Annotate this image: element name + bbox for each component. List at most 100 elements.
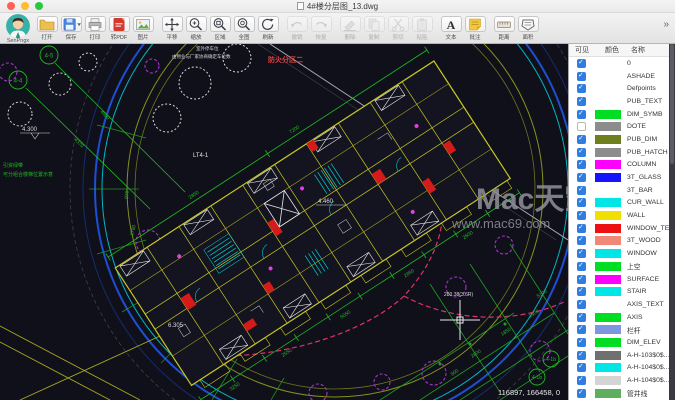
measure-area-button[interactable]: 面积 — [516, 13, 540, 41]
layer-color-swatch[interactable] — [595, 350, 621, 360]
layer-visibility-checkbox[interactable] — [577, 83, 586, 94]
pdf-export-button[interactable]: 转PDF — [107, 13, 131, 41]
layer-color-swatch[interactable] — [595, 198, 621, 208]
layer-color-swatch[interactable] — [595, 274, 621, 284]
layer-visibility-checkbox[interactable] — [577, 134, 586, 144]
layer-row: 上空 — [569, 260, 675, 273]
layer-visibility-checkbox[interactable] — [577, 58, 586, 68]
layer-color-swatch[interactable] — [595, 211, 621, 221]
layer-visibility-checkbox[interactable] — [577, 185, 586, 195]
layer-visibility-checkbox[interactable] — [577, 248, 586, 259]
layer-visibility-checkbox[interactable] — [577, 324, 586, 335]
layer-color-swatch[interactable] — [595, 58, 621, 68]
layer-visibility-checkbox[interactable] — [577, 122, 586, 132]
redo-button[interactable]: 恢复 — [309, 13, 333, 41]
layer-color-swatch[interactable] — [595, 325, 621, 335]
layer-color-swatch[interactable] — [595, 376, 621, 386]
text-tool-button[interactable]: A 文本 — [439, 13, 463, 41]
layer-color-swatch[interactable] — [595, 160, 621, 170]
layers-panel-header: 可见 颜色 名称 — [569, 44, 675, 57]
refresh-button[interactable]: 刷新 — [256, 13, 280, 41]
layer-visibility-checkbox[interactable] — [577, 388, 586, 398]
layer-visibility-checkbox[interactable] — [577, 362, 586, 373]
annotation-button[interactable]: 批注 — [463, 13, 487, 41]
zoom-button[interactable]: 缩放 — [184, 13, 208, 41]
magnifier-region-icon — [213, 17, 227, 31]
svg-text:970: 970 — [124, 190, 131, 199]
layer-visibility-checkbox[interactable] — [577, 96, 586, 106]
layer-visibility-checkbox[interactable] — [577, 274, 586, 284]
layer-visibility-checkbox[interactable] — [577, 71, 586, 81]
cut-button[interactable]: 剪切 — [386, 13, 410, 41]
save-button[interactable]: 保存 — [59, 13, 83, 41]
titlebar: 4#楼分层图_13.dwg — [0, 0, 675, 13]
radius-note: 280.38(3.6R) — [444, 292, 474, 298]
layer-visibility-checkbox[interactable] — [577, 159, 586, 170]
layer-color-swatch[interactable] — [595, 96, 621, 106]
layer-row: 3T_GLASS — [569, 171, 675, 184]
layer-name: DOTE — [627, 123, 646, 131]
open-button[interactable]: 打开 — [35, 13, 59, 41]
layer-row: A-H-103$0$... — [569, 349, 675, 362]
cad-drawing: 1785 1780 970 — [0, 0, 601, 400]
layer-name: DIM_SYMB — [627, 110, 663, 118]
pdf-icon — [113, 17, 125, 31]
layer-visibility-checkbox[interactable] — [577, 210, 586, 221]
layer-visibility-checkbox[interactable] — [577, 172, 586, 183]
layer-color-swatch[interactable] — [595, 134, 621, 144]
layer-color-swatch[interactable] — [595, 261, 621, 271]
layer-color-swatch[interactable] — [595, 122, 621, 132]
export-image-button[interactable]: 图片 — [131, 13, 155, 41]
delete-button[interactable]: 删除 — [338, 13, 362, 41]
user-avatar[interactable] — [6, 14, 30, 38]
layer-visibility-checkbox[interactable] — [577, 223, 586, 233]
layer-row: STAIR — [569, 285, 675, 298]
measure-distance-button[interactable]: 距离 — [492, 13, 516, 41]
layer-color-swatch[interactable] — [595, 312, 621, 322]
layer-color-swatch[interactable] — [595, 363, 621, 373]
layer-visibility-checkbox[interactable] — [577, 337, 586, 347]
layer-color-swatch[interactable] — [595, 84, 621, 94]
layer-color-swatch[interactable] — [595, 337, 621, 347]
layer-name: 3T_WOOD — [627, 237, 661, 245]
layer-color-swatch[interactable] — [595, 109, 621, 119]
layer-visibility-checkbox[interactable] — [577, 147, 586, 157]
layer-visibility-checkbox[interactable] — [577, 235, 586, 246]
green-note: 可分组合楼梯位置示意 — [3, 171, 53, 178]
layer-name: COLUMN — [627, 161, 657, 169]
layer-color-swatch[interactable] — [595, 249, 621, 259]
layer-visibility-checkbox[interactable] — [577, 350, 586, 360]
text-a-icon: A — [447, 18, 456, 32]
layer-color-swatch[interactable] — [595, 147, 621, 157]
undo-button[interactable]: 撤销 — [285, 13, 309, 41]
paste-button[interactable]: 粘贴 — [410, 13, 434, 41]
layer-visibility-checkbox[interactable] — [577, 261, 586, 271]
print-button[interactable]: 打印 — [83, 13, 107, 41]
pan-button[interactable]: 平移 — [160, 13, 184, 41]
layer-color-swatch[interactable] — [595, 71, 621, 81]
annotation-note: 室外停车位 — [196, 45, 219, 52]
layer-visibility-checkbox[interactable] — [577, 109, 586, 119]
zoom-region-button[interactable]: 区域 — [208, 13, 232, 41]
zoom-extents-button[interactable]: 全图 — [232, 13, 256, 41]
layer-color-swatch[interactable] — [595, 287, 621, 297]
layer-row: COLUMN — [569, 159, 675, 172]
magnifier-plus-icon — [189, 17, 203, 31]
layer-color-swatch[interactable] — [595, 223, 621, 233]
layer-name: DIM_ELEV — [627, 338, 661, 346]
layer-color-swatch[interactable] — [595, 185, 621, 195]
panel-scrollbar[interactable] — [669, 44, 675, 400]
user-account[interactable]: SenPngx — [3, 13, 33, 44]
layer-visibility-checkbox[interactable] — [577, 197, 586, 208]
layer-visibility-checkbox[interactable] — [577, 299, 586, 309]
layer-color-swatch[interactable] — [595, 173, 621, 183]
drawing-canvas[interactable]: 1785 1780 970 — [0, 0, 601, 400]
layer-visibility-checkbox[interactable] — [577, 312, 586, 322]
layer-color-swatch[interactable] — [595, 236, 621, 246]
copy-button[interactable]: 复制 — [362, 13, 386, 41]
layer-color-swatch[interactable] — [595, 388, 621, 398]
layer-visibility-checkbox[interactable] — [577, 286, 586, 297]
toolbar-overflow-button[interactable]: » — [663, 19, 669, 30]
layer-color-swatch[interactable] — [595, 299, 621, 309]
layer-visibility-checkbox[interactable] — [577, 375, 586, 386]
